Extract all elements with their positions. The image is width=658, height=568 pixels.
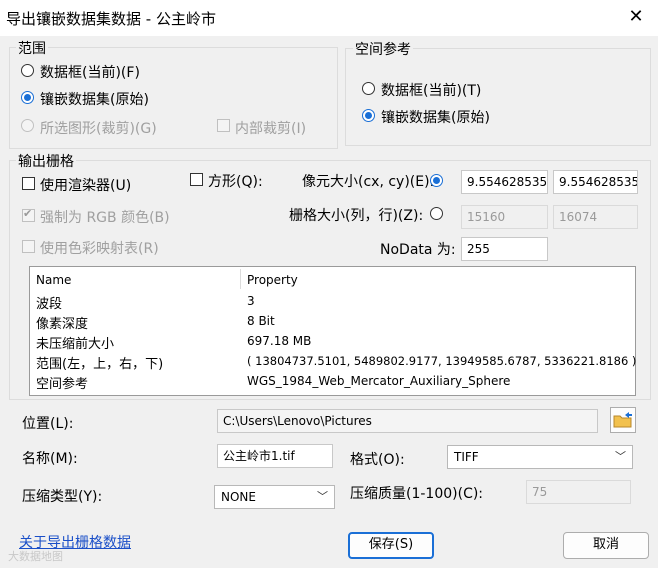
compression-select[interactable]: NONE ﹀ <box>214 485 335 509</box>
square-label: 方形(Q): <box>208 174 263 190</box>
column-header-property[interactable]: Property <box>247 273 298 287</box>
folder-browse-icon <box>613 412 632 428</box>
quality-input[interactable]: 75 <box>526 480 631 504</box>
table-row-value: 8 Bit <box>247 314 275 328</box>
cancel-button[interactable]: 取消 <box>563 532 649 559</box>
extent-data-frame-label: 数据框(当前)(F) <box>40 65 140 81</box>
column-divider <box>240 269 241 289</box>
extent-mosaic-label: 镶嵌数据集(原始) <box>40 92 149 108</box>
window-title: 导出镶嵌数据集数据 - 公主岭市 <box>6 10 216 28</box>
name-label: 名称(M): <box>22 451 78 467</box>
table-row-value: WGS_1984_Web_Mercator_Auxiliary_Sphere <box>247 374 511 388</box>
table-row-name: 空间参考 <box>36 377 89 392</box>
column-header-name[interactable]: Name <box>36 273 71 287</box>
cell-size-radio[interactable] <box>430 174 443 187</box>
chevron-down-icon: ﹀ <box>615 450 626 463</box>
square-checkbox[interactable] <box>190 173 203 186</box>
browse-button[interactable] <box>610 407 636 433</box>
table-row-name: 波段 <box>36 297 63 312</box>
quality-label: 压缩质量(1-100)(C): <box>350 486 484 502</box>
spatial-ref-radio-data-frame[interactable] <box>362 82 375 95</box>
spatial-ref-legend: 空间参考 <box>353 39 413 59</box>
format-select[interactable]: TIFF ﹀ <box>447 445 633 469</box>
rows-input[interactable]: 16074 <box>553 205 638 229</box>
extent-selected-label: 所选图形(裁剪)(G) <box>40 121 157 137</box>
inner-clip-label: 内部裁剪(I) <box>235 121 307 137</box>
close-icon[interactable]: ✕ <box>626 6 646 28</box>
table-row-value: ( 13804737.5101, 5489802.9177, 13949585.… <box>247 354 637 368</box>
compression-label: 压缩类型(Y): <box>22 489 103 505</box>
use-renderer-label: 使用渲染器(U) <box>40 178 132 194</box>
colormap-label: 使用色彩映射表(R) <box>40 241 159 257</box>
use-renderer-checkbox[interactable] <box>22 177 35 190</box>
compression-value: NONE <box>221 490 256 504</box>
table-row-name: 像素深度 <box>36 317 89 332</box>
inner-clip-checkbox[interactable] <box>217 119 230 132</box>
table-row-value: 697.18 MB <box>247 334 312 348</box>
location-input[interactable]: C:\Users\Lenovo\Pictures <box>217 409 598 433</box>
spatial-ref-radio-mosaic[interactable] <box>362 109 375 122</box>
cell-size-label: 像元大小(cx, cy)(E): <box>302 174 435 190</box>
format-value: TIFF <box>454 450 479 464</box>
cell-size-x-input[interactable]: 9.5546285356 <box>461 170 548 194</box>
colormap-checkbox[interactable] <box>22 240 35 253</box>
location-label: 位置(L): <box>22 416 74 432</box>
format-label: 格式(O): <box>350 452 405 468</box>
output-raster-legend: 输出栅格 <box>16 151 76 171</box>
table-row-name: 未压缩前大小 <box>36 337 115 352</box>
nodata-input[interactable]: 255 <box>461 237 548 261</box>
force-rgb-checkbox[interactable] <box>22 207 35 222</box>
chevron-down-icon: ﹀ <box>317 490 328 503</box>
watermark: 大数据地图 <box>8 550 63 563</box>
name-input[interactable]: 公主岭市1.tif <box>217 444 333 468</box>
spatial-ref-mosaic-label: 镶嵌数据集(原始) <box>381 110 490 126</box>
table-row-name: 范围(左，上，右，下) <box>36 357 164 372</box>
raster-size-label: 栅格大小(列，行)(Z): <box>289 208 424 224</box>
extent-legend: 范围 <box>16 38 48 58</box>
extent-radio-mosaic[interactable] <box>21 91 34 104</box>
save-button[interactable]: 保存(S) <box>348 532 434 559</box>
spatial-ref-data-frame-label: 数据框(当前)(T) <box>381 83 482 99</box>
raster-size-radio[interactable] <box>430 207 443 220</box>
columns-input[interactable]: 15160 <box>461 205 548 229</box>
properties-table: Name Property 波段 3 像素深度 8 Bit 未压缩前大小 697… <box>29 266 636 396</box>
force-rgb-label: 强制为 RGB 颜色(B) <box>40 210 170 226</box>
extent-radio-selected[interactable] <box>21 119 34 132</box>
nodata-label: NoData 为: <box>380 242 456 258</box>
cell-size-y-input[interactable]: 9.5546285356 <box>553 170 638 194</box>
table-row-value: 3 <box>247 294 255 308</box>
extent-radio-data-frame[interactable] <box>21 64 34 77</box>
